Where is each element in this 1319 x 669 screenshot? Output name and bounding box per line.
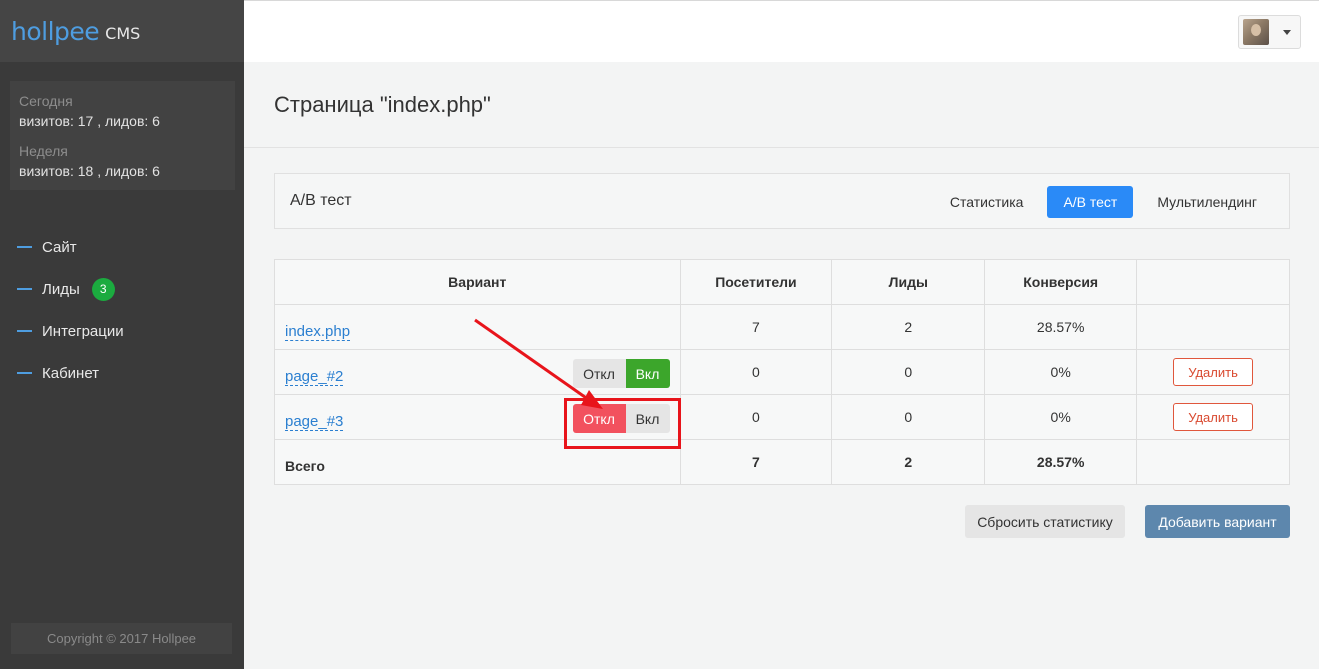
sidebar: hollpee CMS Сегодня визитов: 17 , лидов:… (0, 0, 244, 669)
dash-icon (17, 288, 32, 290)
sidebar-item-label: Кабинет (42, 364, 100, 382)
page-header: Страница "index.php" (244, 62, 1319, 148)
add-variant-button[interactable]: Добавить вариант (1145, 505, 1290, 538)
visitors-cell: 7 (679, 304, 833, 350)
visit-stats: Сегодня визитов: 17 , лидов: 6 Неделя ви… (10, 81, 235, 190)
stat-today-label: Сегодня (19, 93, 73, 109)
sidebar-item-account[interactable]: Кабинет (0, 352, 244, 394)
ab-variants-table: Вариант Посетители Лиды Конверсия index.… (274, 259, 1290, 485)
sidebar-nav: Сайт Лиды 3 Интеграции Кабинет (0, 226, 244, 394)
variant-link-page-3[interactable]: page_#3 (285, 412, 344, 431)
stat-week-label: Неделя (19, 143, 68, 159)
avatar (1243, 19, 1269, 45)
top-bar (244, 0, 1319, 62)
action-cell: Удалить (1136, 349, 1290, 395)
sidebar-item-label: Интеграции (42, 322, 124, 340)
visitors-cell: 0 (679, 394, 833, 440)
leads-cell: 0 (831, 349, 986, 395)
sidebar-item-label: Сайт (42, 238, 77, 256)
variant-link-index[interactable]: index.php (285, 322, 351, 341)
table-row: page_#2 Откл Вкл 0 0 0% Удалить (274, 349, 1290, 395)
stat-today-value: визитов: 17 , лидов: 6 (19, 113, 160, 129)
annotation-highlight-box (564, 398, 681, 449)
table-row: index.php 7 2 28.57% (274, 304, 1290, 350)
dash-icon (17, 246, 32, 248)
column-header-actions (1136, 259, 1290, 305)
logo[interactable]: hollpee CMS (0, 0, 244, 62)
table-header-row: Вариант Посетители Лиды Конверсия (274, 259, 1290, 305)
stat-week-value: визитов: 18 , лидов: 6 (19, 163, 160, 179)
variant-toggle: Откл Вкл (572, 359, 670, 388)
action-cell: Удалить (1136, 394, 1290, 440)
tab-statistics[interactable]: Статистика (934, 186, 1040, 218)
panel-title: А/B тест (290, 192, 352, 209)
ab-test-panel-header: А/B тест Статистика А/B тест Мультиленди… (274, 173, 1290, 229)
view-tabs: Статистика А/B тест Мультилендинг (934, 186, 1273, 218)
column-header-leads: Лиды (831, 259, 986, 305)
leads-count-badge: 3 (91, 277, 115, 301)
table-total-row: Всего 7 2 28.57% (274, 439, 1290, 485)
dash-icon (17, 330, 32, 332)
action-cell (1136, 304, 1290, 350)
sidebar-item-integrations[interactable]: Интеграции (0, 310, 244, 352)
variant-link-page-2[interactable]: page_#2 (285, 367, 344, 386)
toggle-on-button[interactable]: Вкл (625, 359, 670, 388)
user-menu-button[interactable] (1238, 15, 1301, 49)
table-row: page_#3 Откл Вкл 0 0 0% Удалить (274, 394, 1290, 440)
column-header-visitors: Посетители (679, 259, 833, 305)
total-action-cell (1136, 439, 1290, 485)
reset-stats-button[interactable]: Сбросить статистику (965, 505, 1125, 538)
total-conversion-cell: 28.57% (984, 439, 1138, 485)
dash-icon (17, 372, 32, 374)
delete-button[interactable]: Удалить (1173, 358, 1254, 386)
delete-button[interactable]: Удалить (1173, 403, 1254, 431)
visitors-cell: 0 (679, 349, 833, 395)
caret-down-icon (1283, 29, 1291, 35)
toggle-off-button[interactable]: Откл (572, 359, 626, 388)
sidebar-item-leads[interactable]: Лиды 3 (0, 268, 244, 310)
conversion-cell: 0% (984, 349, 1138, 395)
total-visitors-cell: 7 (679, 439, 833, 485)
sidebar-item-label: Лиды (42, 280, 80, 298)
variant-cell: index.php (274, 304, 681, 350)
conversion-cell: 0% (984, 394, 1138, 440)
column-header-variant: Вариант (274, 259, 681, 305)
leads-cell: 0 (831, 394, 986, 440)
column-header-conversion: Конверсия (984, 259, 1138, 305)
total-label: Всего (285, 458, 325, 474)
total-leads-cell: 2 (831, 439, 986, 485)
sidebar-item-site[interactable]: Сайт (0, 226, 244, 268)
tab-multilanding[interactable]: Мультилендинг (1141, 186, 1273, 218)
variant-cell: page_#2 Откл Вкл (274, 349, 681, 395)
logo-text: hollpee (11, 16, 100, 46)
logo-suffix: CMS (105, 24, 141, 43)
conversion-cell: 28.57% (984, 304, 1138, 350)
leads-cell: 2 (831, 304, 986, 350)
tab-ab-test[interactable]: А/B тест (1047, 186, 1134, 218)
page-title: Страница "index.php" (274, 91, 491, 117)
copyright: Copyright © 2017 Hollpee (11, 623, 232, 654)
